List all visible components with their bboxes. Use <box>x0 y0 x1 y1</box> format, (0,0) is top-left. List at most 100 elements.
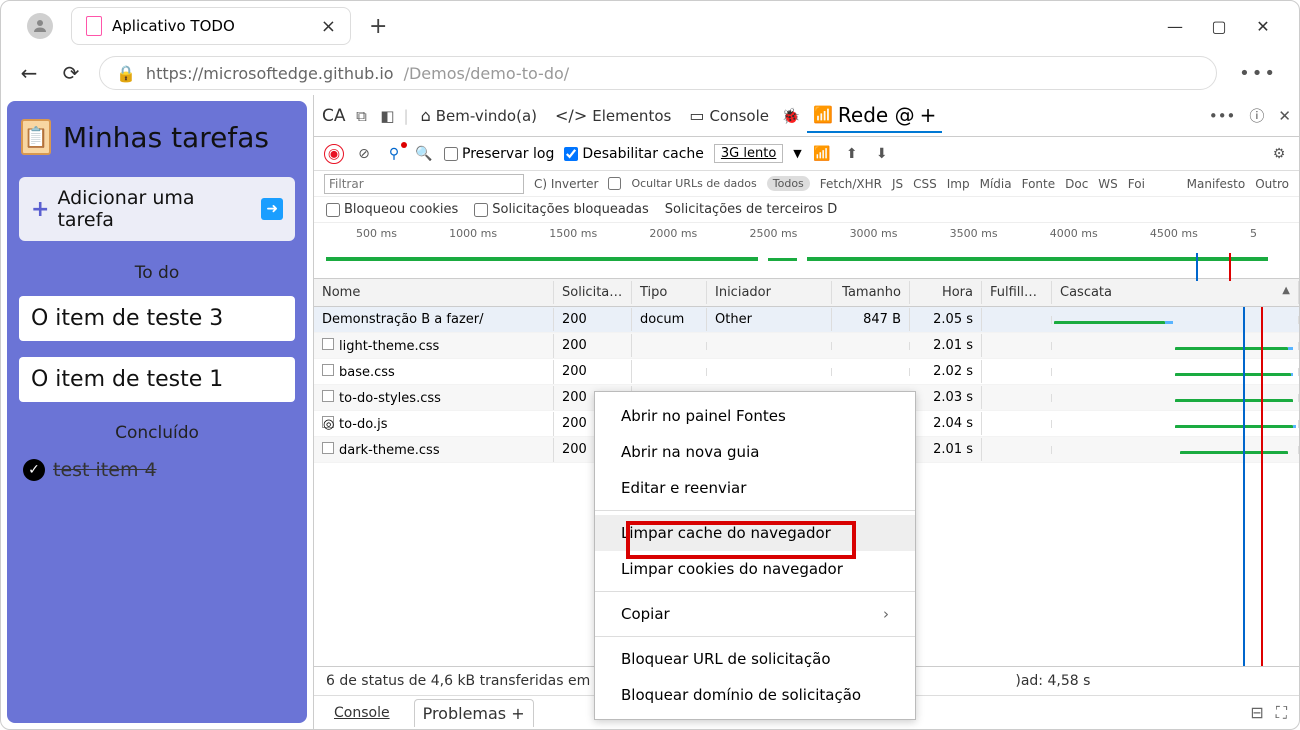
more-tools-button[interactable]: ••• <box>1209 107 1236 125</box>
filter-type[interactable]: JS <box>892 177 903 191</box>
add-task-button[interactable]: + Adicionar uma tarefa ➜ <box>19 177 295 241</box>
tab-title: Aplicativo TODO <box>112 17 235 35</box>
third-party-label: Solicitações de terceiros D <box>665 202 837 217</box>
browser-tab[interactable]: Aplicativo TODO × <box>71 7 351 45</box>
tick-label: 2500 ms <box>749 227 797 240</box>
tab-elements[interactable]: </>Elementos <box>549 102 677 129</box>
bug-icon[interactable]: 🐞 <box>781 106 801 126</box>
col-fulfilled[interactable]: Fulfilled... <box>982 281 1052 304</box>
file-icon <box>322 364 334 376</box>
filter-type[interactable]: WS <box>1098 177 1117 191</box>
filter-type[interactable]: Foi <box>1128 177 1145 191</box>
close-tab-button[interactable]: × <box>321 16 336 37</box>
back-button[interactable]: ← <box>15 59 43 87</box>
done-task-item[interactable]: ✓ test item 4 <box>15 453 299 487</box>
clear-button[interactable]: ⊘ <box>354 144 374 164</box>
close-devtools-button[interactable]: ✕ <box>1278 107 1291 125</box>
minimize-button[interactable]: — <box>1167 18 1183 34</box>
col-time[interactable]: Hora <box>910 281 982 304</box>
filter-type[interactable]: Imp <box>947 177 970 191</box>
table-row[interactable]: Demonstração B a fazer/ 200 docum Other … <box>314 307 1299 333</box>
section-done-label: Concluído <box>15 423 299 443</box>
reload-button[interactable]: ⟳ <box>57 59 85 87</box>
drawer-icon[interactable]: ⊟ <box>1250 703 1263 723</box>
export-button[interactable]: ⬇ <box>872 144 892 164</box>
ctx-edit-resend[interactable]: Editar e reenviar <box>595 470 915 506</box>
submit-task-icon[interactable]: ➜ <box>261 198 283 220</box>
close-window-button[interactable]: ✕ <box>1255 18 1271 34</box>
new-tab-button[interactable]: + <box>369 14 387 39</box>
wifi-icon: 📶 <box>813 105 833 124</box>
filter-toggle-button[interactable]: ⚲ <box>384 144 404 164</box>
address-field[interactable]: 🔒 https://microsoftedge.github.io/Demos/… <box>99 56 1217 90</box>
add-task-label: Adicionar uma tarefa <box>57 187 253 231</box>
code-icon: </> <box>555 106 587 125</box>
tab-network[interactable]: 📶Rede @ + <box>807 99 942 133</box>
record-button[interactable]: ◉ <box>324 144 344 164</box>
search-button[interactable]: 🔍 <box>414 144 434 164</box>
col-waterfall[interactable]: Cascata▲ <box>1052 281 1299 304</box>
filter-type[interactable]: Fetch/XHR <box>820 177 882 191</box>
maximize-button[interactable]: ▢ <box>1211 18 1227 34</box>
col-size[interactable]: Tamanho <box>832 281 910 304</box>
section-todo-label: To do <box>15 263 299 283</box>
filter-type[interactable]: Doc <box>1065 177 1088 191</box>
ctx-open-new-tab[interactable]: Abrir na nova guia <box>595 434 915 470</box>
blocked-cookies-checkbox[interactable]: Bloqueou cookies <box>326 202 458 217</box>
ctx-clear-cache[interactable]: Limpar cache do navegador <box>595 515 915 551</box>
tick-label: 3000 ms <box>850 227 898 240</box>
ctx-open-sources[interactable]: Abrir no painel Fontes <box>595 398 915 434</box>
col-initiator[interactable]: Iniciador <box>707 281 832 304</box>
settings-button[interactable]: ⚙ <box>1269 144 1289 164</box>
invert-cb[interactable] <box>608 177 621 190</box>
tab-console[interactable]: ▭Console <box>683 102 775 129</box>
tick-label: 1000 ms <box>449 227 497 240</box>
drawer-tab-problems[interactable]: Problemas + <box>414 699 534 727</box>
throttling-select[interactable]: 3G lento <box>714 144 783 163</box>
import-button[interactable]: ⬆ <box>842 144 862 164</box>
filter-all-pill[interactable]: Todos <box>767 176 810 191</box>
filter-row-2: Bloqueou cookies Solicitações bloqueadas… <box>314 197 1299 223</box>
invert-checkbox[interactable]: C) Inverter <box>534 177 598 191</box>
help-button[interactable]: ⓘ <box>1249 105 1264 126</box>
dropdown-arrow-icon[interactable]: ▼ <box>793 147 801 160</box>
timeline-overview[interactable]: 500 ms 1000 ms 1500 ms 2000 ms 2500 ms 3… <box>314 223 1299 279</box>
filter-type[interactable]: Manifesto <box>1187 177 1246 191</box>
inspect-mode-label[interactable]: CA <box>322 106 346 126</box>
filter-type[interactable]: Mídia <box>980 177 1012 191</box>
filter-type[interactable]: Outro <box>1255 177 1289 191</box>
col-type[interactable]: Tipo <box>632 281 707 304</box>
browser-menu-button[interactable]: ••• <box>1231 63 1285 84</box>
drawer-tab-console[interactable]: Console <box>326 701 398 725</box>
ctx-clear-cookies[interactable]: Limpar cookies do navegador <box>595 551 915 587</box>
device-emulation-icon[interactable]: ⧉ <box>352 106 372 126</box>
filter-type[interactable]: Fonte <box>1022 177 1056 191</box>
table-row[interactable]: base.css 200 2.02 s <box>314 359 1299 385</box>
filter-input[interactable] <box>324 174 524 194</box>
preserve-log-checkbox[interactable]: Preservar log <box>444 146 554 162</box>
tick-label: 5 <box>1250 227 1257 240</box>
context-menu: Abrir no painel Fontes Abrir na nova gui… <box>594 391 916 720</box>
window-titlebar: Aplicativo TODO × + — ▢ ✕ <box>1 1 1299 51</box>
file-icon <box>322 338 334 350</box>
ctx-copy[interactable]: Copiar› <box>595 596 915 632</box>
task-item[interactable]: O item de teste 1 <box>19 357 295 402</box>
blocked-requests-checkbox[interactable]: Solicitações bloqueadas <box>474 202 649 217</box>
console-icon: ▭ <box>689 106 704 125</box>
dock-side-icon[interactable]: ◧ <box>378 106 398 126</box>
tab-welcome[interactable]: ⌂Bem-vindo(a) <box>415 102 543 129</box>
profile-avatar[interactable] <box>27 13 53 39</box>
disable-cache-checkbox[interactable]: Desabilitar cache <box>564 146 704 162</box>
task-item[interactable]: O item de teste 3 <box>19 296 295 341</box>
filter-type[interactable]: CSS <box>913 177 937 191</box>
file-icon <box>322 442 334 454</box>
col-status[interactable]: Solicitações <box>554 281 632 304</box>
url-host: https://microsoftedge.github.io <box>146 64 394 83</box>
ctx-block-url[interactable]: Bloquear URL de solicitação <box>595 641 915 677</box>
network-table-header: Nome Solicitações Tipo Iniciador Tamanho… <box>314 279 1299 307</box>
network-conditions-icon[interactable]: 📶 <box>812 144 832 164</box>
table-row[interactable]: light-theme.css 200 2.01 s <box>314 333 1299 359</box>
col-name[interactable]: Nome <box>314 281 554 304</box>
ctx-block-domain[interactable]: Bloquear domínio de solicitação <box>595 677 915 713</box>
drawer-expand-icon[interactable]: ⛶ <box>1276 703 1287 723</box>
